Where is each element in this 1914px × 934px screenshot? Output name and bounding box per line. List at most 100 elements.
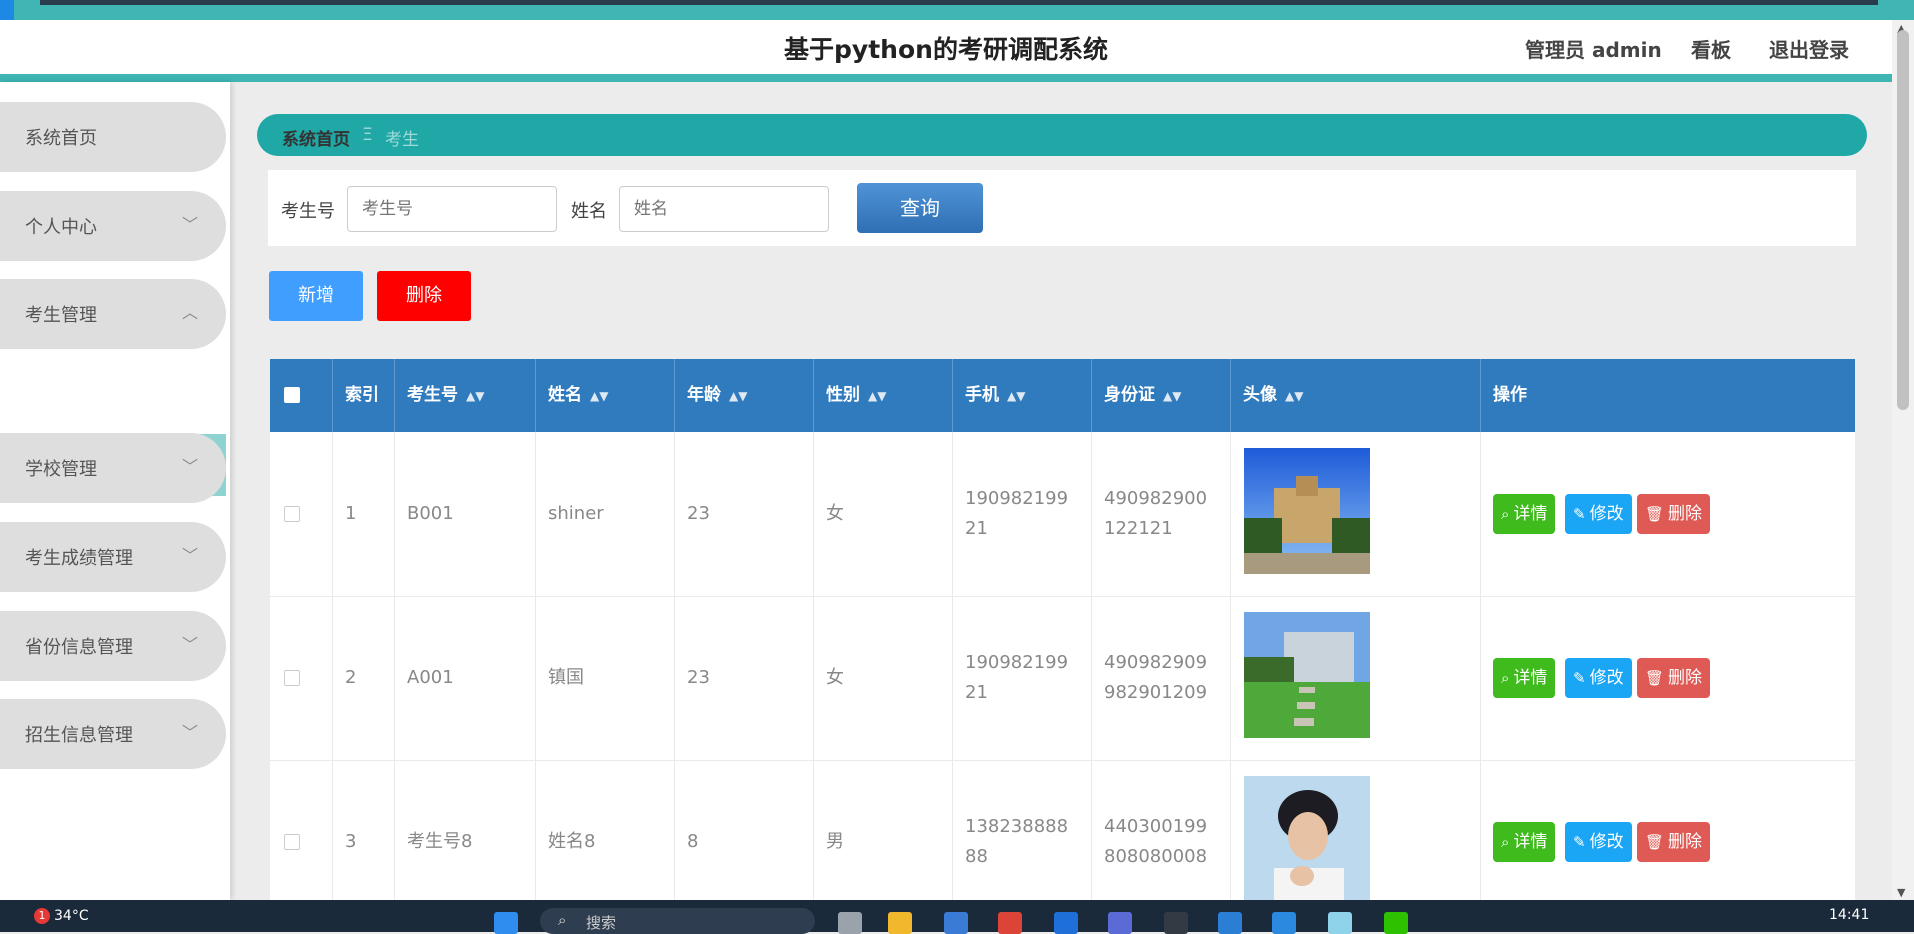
batch-delete-button[interactable]: 删除 [377,271,471,321]
app-icon[interactable] [1328,912,1352,934]
sidebar-item-provinces[interactable]: 省份信息管理 ﹀ [0,611,226,681]
table-header: 索引 考生号 ▲▼ 姓名 ▲▼ 年龄 ▲▼ 性别 ▲▼ 手机 ▲▼ 身份证 ▲▼ 头像 ▲▼ … [270,359,1855,432]
col-actions: 操作 [1481,359,1855,432]
scroll-down-icon[interactable]: ▼ [1897,886,1905,899]
chrome-icon[interactable] [998,912,1022,934]
trash-icon: 🗑 [1645,669,1665,687]
delete-button[interactable]: 🗑 删除 [1637,494,1711,534]
cell-gender: 女 [814,432,953,596]
edit-button[interactable]: ✎ 修改 [1565,822,1632,862]
name-input[interactable] [619,186,829,232]
sidebar-item-home[interactable]: 系统首页 [0,102,226,172]
cell-phone: 19098219921 [953,596,1092,760]
col-avatar[interactable]: 头像 ▲▼ [1231,359,1481,432]
chevron-down-icon: ﹀ [181,723,198,742]
sort-icon[interactable]: ▲▼ [868,389,886,403]
scroll-thumb[interactable] [1897,30,1909,410]
app-icon[interactable] [1108,912,1132,934]
sidebar-item-schools[interactable]: 学校管理 ﹀ [0,433,226,503]
cell-idcard: 440300199808080008 [1092,760,1231,900]
clock[interactable]: 14:41 [1829,907,1869,923]
vscode-icon[interactable] [1218,912,1242,934]
sidebar-item-personal[interactable]: 个人中心 ﹀ [0,191,226,261]
student-id-input[interactable] [347,186,557,232]
cell-actions: ⌕ 详情 ✎ 修改 🗑 删除 [1481,760,1855,900]
terminal-icon[interactable] [1164,912,1188,934]
detail-button[interactable]: ⌕ 详情 [1493,494,1556,534]
trash-icon: 🗑 [1645,833,1665,851]
weather-widget[interactable]: 34°C [54,908,89,924]
page-scrollbar[interactable]: ▲ ▼ [1892,20,1914,900]
add-button[interactable]: 新增 [269,271,363,321]
store-icon[interactable] [944,912,968,934]
chevron-down-icon: ﹀ [181,215,198,234]
sidebar-item-enrollment[interactable]: 招生信息管理 ﹀ [0,699,226,769]
chevron-down-icon: ﹀ [181,546,198,565]
students-table: 索引 考生号 ▲▼ 姓名 ▲▼ 年龄 ▲▼ 性别 ▲▼ 手机 ▲▼ 身份证 ▲▼ 头像 ▲▼ … [270,359,1855,900]
chevron-down-icon: ﹀ [181,635,198,654]
sort-icon[interactable]: ▲▼ [1163,389,1181,403]
cell-name: shiner [536,432,675,596]
sort-icon[interactable]: ▲▼ [590,389,608,403]
detail-button[interactable]: ⌕ 详情 [1493,658,1556,698]
sort-icon[interactable]: ▲▼ [1285,389,1303,403]
logout-link[interactable]: 退出登录 [1769,34,1849,63]
pycharm-icon[interactable] [1054,912,1078,934]
sidebar-item-students[interactable]: 考生管理 ︿ [0,279,226,349]
col-name[interactable]: 姓名 ▲▼ [536,359,675,432]
avatar-image [1244,612,1370,738]
edit-icon: ✎ [1573,505,1586,523]
sort-icon[interactable]: ▲▼ [729,389,747,403]
wechat-icon[interactable] [1384,912,1408,934]
task-view-icon[interactable] [838,912,862,934]
delete-button[interactable]: 🗑 删除 [1637,658,1711,698]
breadcrumb-home[interactable]: 系统首页 [282,125,350,150]
sort-icon[interactable]: ▲▼ [1007,389,1025,403]
cell-actions: ⌕ 详情 ✎ 修改 🗑 删除 [1481,432,1855,596]
detail-button[interactable]: ⌕ 详情 [1493,822,1556,862]
delete-button[interactable]: 🗑 删除 [1637,822,1711,862]
sidebar-item-label: 省份信息管理 [25,637,133,658]
table-row: 1 B001 shiner 23 女 19098219921 490982900… [270,432,1855,597]
sort-icon[interactable]: ▲▼ [466,389,484,403]
search-icon: ⌕ [558,911,567,929]
col-label: 姓名 [548,385,582,405]
name-label: 姓名 [571,201,607,222]
sidebar-item-label: 招生信息管理 [25,725,133,746]
cell-avatar [1231,760,1481,900]
col-age[interactable]: 年龄 ▲▼ [675,359,814,432]
row-check-cell [270,432,333,596]
sidebar: 系统首页 个人中心 ﹀ 考生管理 ︿ 考生 学校管理 ﹀ 考生成绩管理 ﹀ 省份… [0,82,230,900]
row-checkbox[interactable] [284,834,300,850]
cell-index: 2 [333,596,395,760]
windows-start-icon[interactable] [494,912,518,934]
top-strip-dark [40,0,1878,5]
cell-student-id: A001 [395,596,536,760]
table-row: 3 考生号8 姓名8 8 男 13823888888 4403001998080… [270,760,1855,900]
admin-label[interactable]: 管理员 admin [1525,34,1662,63]
row-checkbox[interactable] [284,506,300,522]
edit-button[interactable]: ✎ 修改 [1565,494,1632,534]
select-all-cell [270,359,333,432]
cell-gender: 女 [814,596,953,760]
select-all-checkbox[interactable] [284,387,300,403]
table-row: 2 A001 镇国 23 女 19098219921 4909829099829… [270,596,1855,761]
col-phone[interactable]: 手机 ▲▼ [953,359,1092,432]
query-button[interactable]: 查询 [857,183,983,233]
col-gender[interactable]: 性别 ▲▼ [814,359,953,432]
search-app-icon[interactable] [1272,912,1296,934]
breadcrumb-separator-icon: Ξ [362,125,373,145]
breadcrumb: 系统首页 Ξ 考生 [257,114,1867,156]
board-link[interactable]: 看板 [1691,34,1731,63]
search-panel: 考生号 姓名 查询 [268,170,1856,246]
col-label: 索引 [345,385,379,405]
col-idcard[interactable]: 身份证 ▲▼ [1092,359,1231,432]
cell-avatar [1231,596,1481,760]
edit-button[interactable]: ✎ 修改 [1565,658,1632,698]
taskbar-search[interactable]: ⌕ 搜索 [540,908,815,934]
cell-name: 镇国 [536,596,675,760]
file-explorer-icon[interactable] [888,912,912,934]
sidebar-item-scores[interactable]: 考生成绩管理 ﹀ [0,522,226,592]
col-student-id[interactable]: 考生号 ▲▼ [395,359,536,432]
row-checkbox[interactable] [284,670,300,686]
